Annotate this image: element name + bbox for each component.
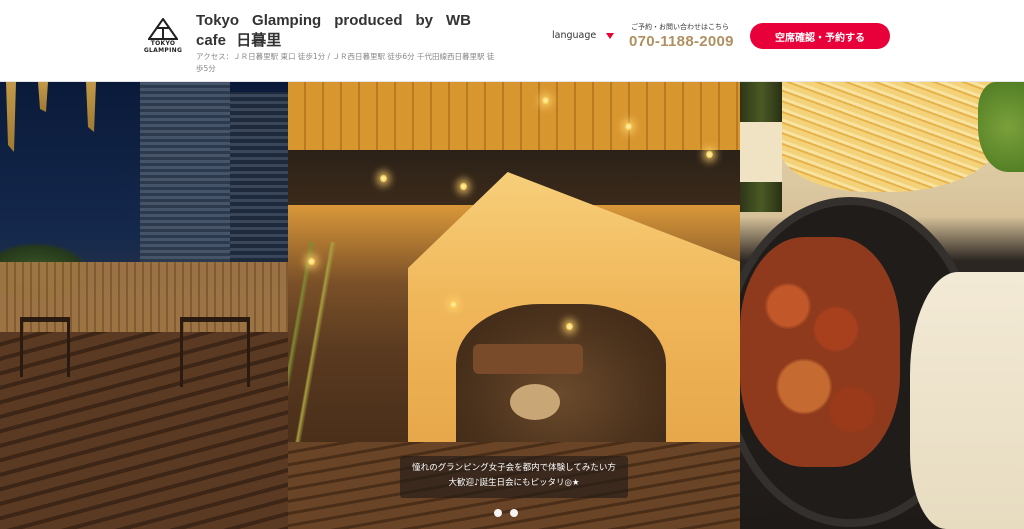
slide-pagination xyxy=(494,509,518,517)
tokyo-glamping-logo[interactable]: TOKYO GLAMPING xyxy=(140,18,186,64)
logo-text-tokyo: TOKYO xyxy=(150,40,176,47)
sofa-decor xyxy=(473,344,583,374)
bunting-flag xyxy=(38,82,48,112)
building-decor xyxy=(230,92,288,262)
pouf-decor xyxy=(510,384,560,420)
contact-label: ご予約・お問い合わせはこちら xyxy=(631,23,729,31)
caption-line-2: 大歓迎♪誕生日会にもピッタリ◎★ xyxy=(448,478,580,488)
hero-slideshow: 憧れのグランピング女子会を都内で体験してみたい方 大歓迎♪誕生日会にもピッタリ◎… xyxy=(0,82,1024,529)
bunting-flag xyxy=(86,82,96,132)
string-light-bulb xyxy=(625,122,632,131)
chicken-decor xyxy=(740,237,900,467)
bottle-label-decor xyxy=(740,122,782,182)
bunting-flag xyxy=(6,82,16,152)
building-decor xyxy=(140,82,230,262)
brand-title[interactable]: Tokyo Glamping produced by WB cafe 日暮里 xyxy=(196,11,471,51)
cheese-decor xyxy=(910,272,1024,529)
logo-text-glamping: GLAMPING xyxy=(143,47,183,54)
caption-line-1: 憧れのグランピング女子会を都内で体験してみたい方 xyxy=(412,463,616,473)
language-label: language xyxy=(552,30,597,41)
caret-down-icon xyxy=(606,32,615,39)
language-selector[interactable]: language xyxy=(552,30,615,41)
string-light-bulb xyxy=(542,96,549,105)
table-decor xyxy=(180,317,250,387)
access-info: アクセス：ＪＲ日暮里駅 東口 徒歩1分 / ＪＲ西日暮里駅 徒歩6分 千代田線西… xyxy=(196,52,495,73)
slide-dot-2[interactable] xyxy=(510,509,518,517)
string-light-bulb xyxy=(308,257,315,266)
slide-dot-1[interactable] xyxy=(494,509,502,517)
tent-logo-icon xyxy=(148,18,178,40)
slide-caption: 憧れのグランピング女子会を都内で体験してみたい方 大歓迎♪誕生日会にもピッタリ◎… xyxy=(400,456,628,498)
string-light-bulb xyxy=(450,300,457,309)
string-light-bulb xyxy=(460,182,467,191)
reserve-button[interactable]: 空席確認・予約する xyxy=(750,23,890,49)
tent-interior-decor xyxy=(456,304,666,454)
string-light-bulb xyxy=(706,150,713,159)
hero-image-food xyxy=(740,82,1024,529)
phone-number[interactable]: 070-1188-2009 xyxy=(629,33,734,50)
fries-decor xyxy=(780,82,1000,192)
string-light-bulb xyxy=(380,174,387,183)
site-header: TOKYO GLAMPING Tokyo Glamping produced b… xyxy=(0,0,1024,82)
chair-decor xyxy=(20,317,70,377)
plant-decor xyxy=(288,242,358,442)
string-light-bulb xyxy=(566,322,573,331)
hero-image-terrace-night xyxy=(0,82,288,529)
